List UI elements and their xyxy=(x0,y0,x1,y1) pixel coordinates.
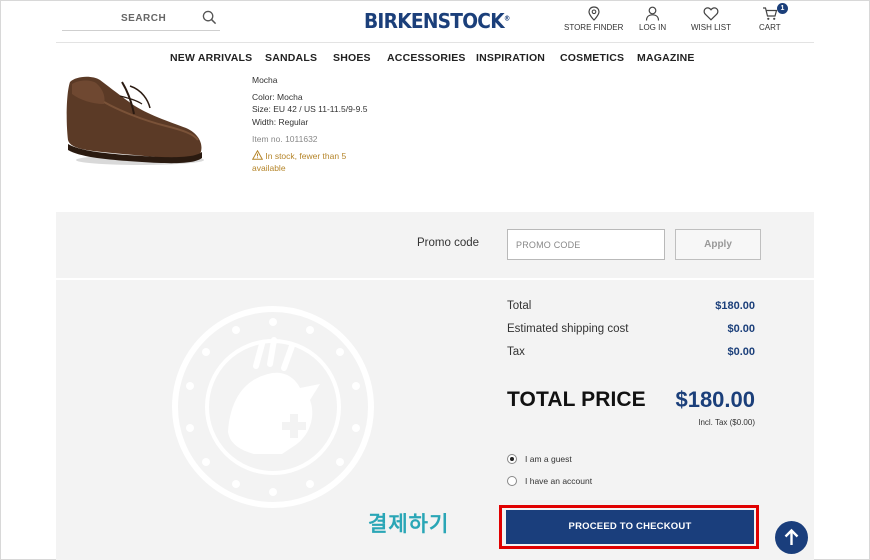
back-to-top-button[interactable] xyxy=(775,521,808,554)
shipping-value: $0.00 xyxy=(727,323,755,335)
total-price-value: $180.00 xyxy=(675,387,755,412)
product-name[interactable]: Mocha xyxy=(252,74,367,87)
apply-button[interactable]: Apply xyxy=(675,229,761,260)
shipping-label: Estimated shipping cost xyxy=(507,323,629,335)
cart-link[interactable]: 1 CART xyxy=(759,3,788,32)
cart-label: CART xyxy=(759,23,781,32)
brand-logo[interactable]: BIRKENSTOCK® xyxy=(364,9,510,33)
account-option[interactable]: I have an account xyxy=(507,476,592,486)
cart-icon xyxy=(762,7,778,20)
nav-shoes[interactable]: SHOES xyxy=(333,52,371,64)
nav-accessories[interactable]: ACCESSORIES xyxy=(387,52,466,64)
stock-status: In stock, fewer than 5 available xyxy=(251,149,367,175)
incl-tax-note: Incl. Tax ($0.00) xyxy=(698,418,755,427)
nav-magazine[interactable]: MAGAZINE xyxy=(637,52,695,64)
nav-sandals[interactable]: SANDALS xyxy=(265,52,317,64)
account-radio[interactable] xyxy=(507,476,517,486)
shipping-row: Estimated shipping cost $0.00 xyxy=(507,323,755,335)
product-size: Size: EU 42 / US 11-11.5/9-9.5 xyxy=(252,104,368,114)
tax-row: Tax $0.00 xyxy=(507,346,755,358)
user-icon xyxy=(645,6,660,21)
product-image[interactable] xyxy=(62,74,208,170)
brand-name: BIRKENSTOCK xyxy=(364,9,505,33)
log-in-link[interactable]: LOG IN xyxy=(639,6,666,32)
main-nav: NEW ARRIVALS SANDALS SHOES ACCESSORIES I… xyxy=(56,44,814,73)
checkout-annotation: 결제하기 xyxy=(368,512,450,536)
cart-count-badge: 1 xyxy=(777,3,788,14)
store-finder-link[interactable]: STORE FINDER xyxy=(564,6,623,32)
stock-text-2: available xyxy=(252,163,286,173)
map-pin-icon xyxy=(588,6,600,21)
heart-icon xyxy=(703,7,719,21)
store-finder-label: STORE FINDER xyxy=(564,23,624,32)
search-icon[interactable] xyxy=(202,10,217,25)
guest-option[interactable]: I am a guest xyxy=(507,454,572,464)
warning-icon xyxy=(251,149,264,160)
log-in-label: LOG IN xyxy=(639,23,667,32)
search-bar[interactable]: SEARCH xyxy=(62,8,220,31)
nav-inspiration[interactable]: INSPIRATION xyxy=(476,52,545,64)
brand-mark: ® xyxy=(503,14,511,23)
nav-new-arrivals[interactable]: NEW ARRIVALS xyxy=(170,52,252,64)
product-item-number: Item no. 1011632 xyxy=(252,134,318,144)
wish-list-label: WISH LIST xyxy=(691,23,732,32)
stock-text-1: In stock, fewer than 5 xyxy=(265,150,347,161)
total-price-label: TOTAL PRICE xyxy=(507,388,646,411)
guest-label: I am a guest xyxy=(525,454,572,464)
subtotal-value: $180.00 xyxy=(715,300,755,312)
subtotal-row: Total $180.00 xyxy=(507,300,755,312)
account-label: I have an account xyxy=(525,476,593,486)
proceed-to-checkout-button[interactable]: PROCEED TO CHECKOUT xyxy=(506,510,754,544)
site-header: SEARCH BIRKENSTOCK® STORE FINDER LOG IN … xyxy=(56,0,814,43)
wish-list-link[interactable]: WISH LIST xyxy=(691,6,731,32)
product-color: Color: Mocha xyxy=(252,91,303,102)
promo-label: Promo code xyxy=(417,237,480,249)
tax-value: $0.00 xyxy=(727,346,755,358)
arrow-up-icon xyxy=(784,528,799,545)
subtotal-label: Total xyxy=(507,300,532,312)
nav-cosmetics[interactable]: COSMETICS xyxy=(560,52,624,64)
product-details: Mocha Color: Mocha Size: EU 42 / US 11-1… xyxy=(251,74,368,175)
birkenstock-seal-watermark xyxy=(172,306,374,508)
product-width: Width: Regular xyxy=(252,116,309,127)
search-label: SEARCH xyxy=(121,13,167,24)
guest-radio[interactable] xyxy=(507,454,517,464)
order-summary: Total $180.00 Estimated shipping cost $0… xyxy=(56,280,814,560)
promo-section: Promo code Apply xyxy=(56,212,814,278)
promo-code-input[interactable] xyxy=(507,229,665,260)
tax-label: Tax xyxy=(507,346,525,358)
